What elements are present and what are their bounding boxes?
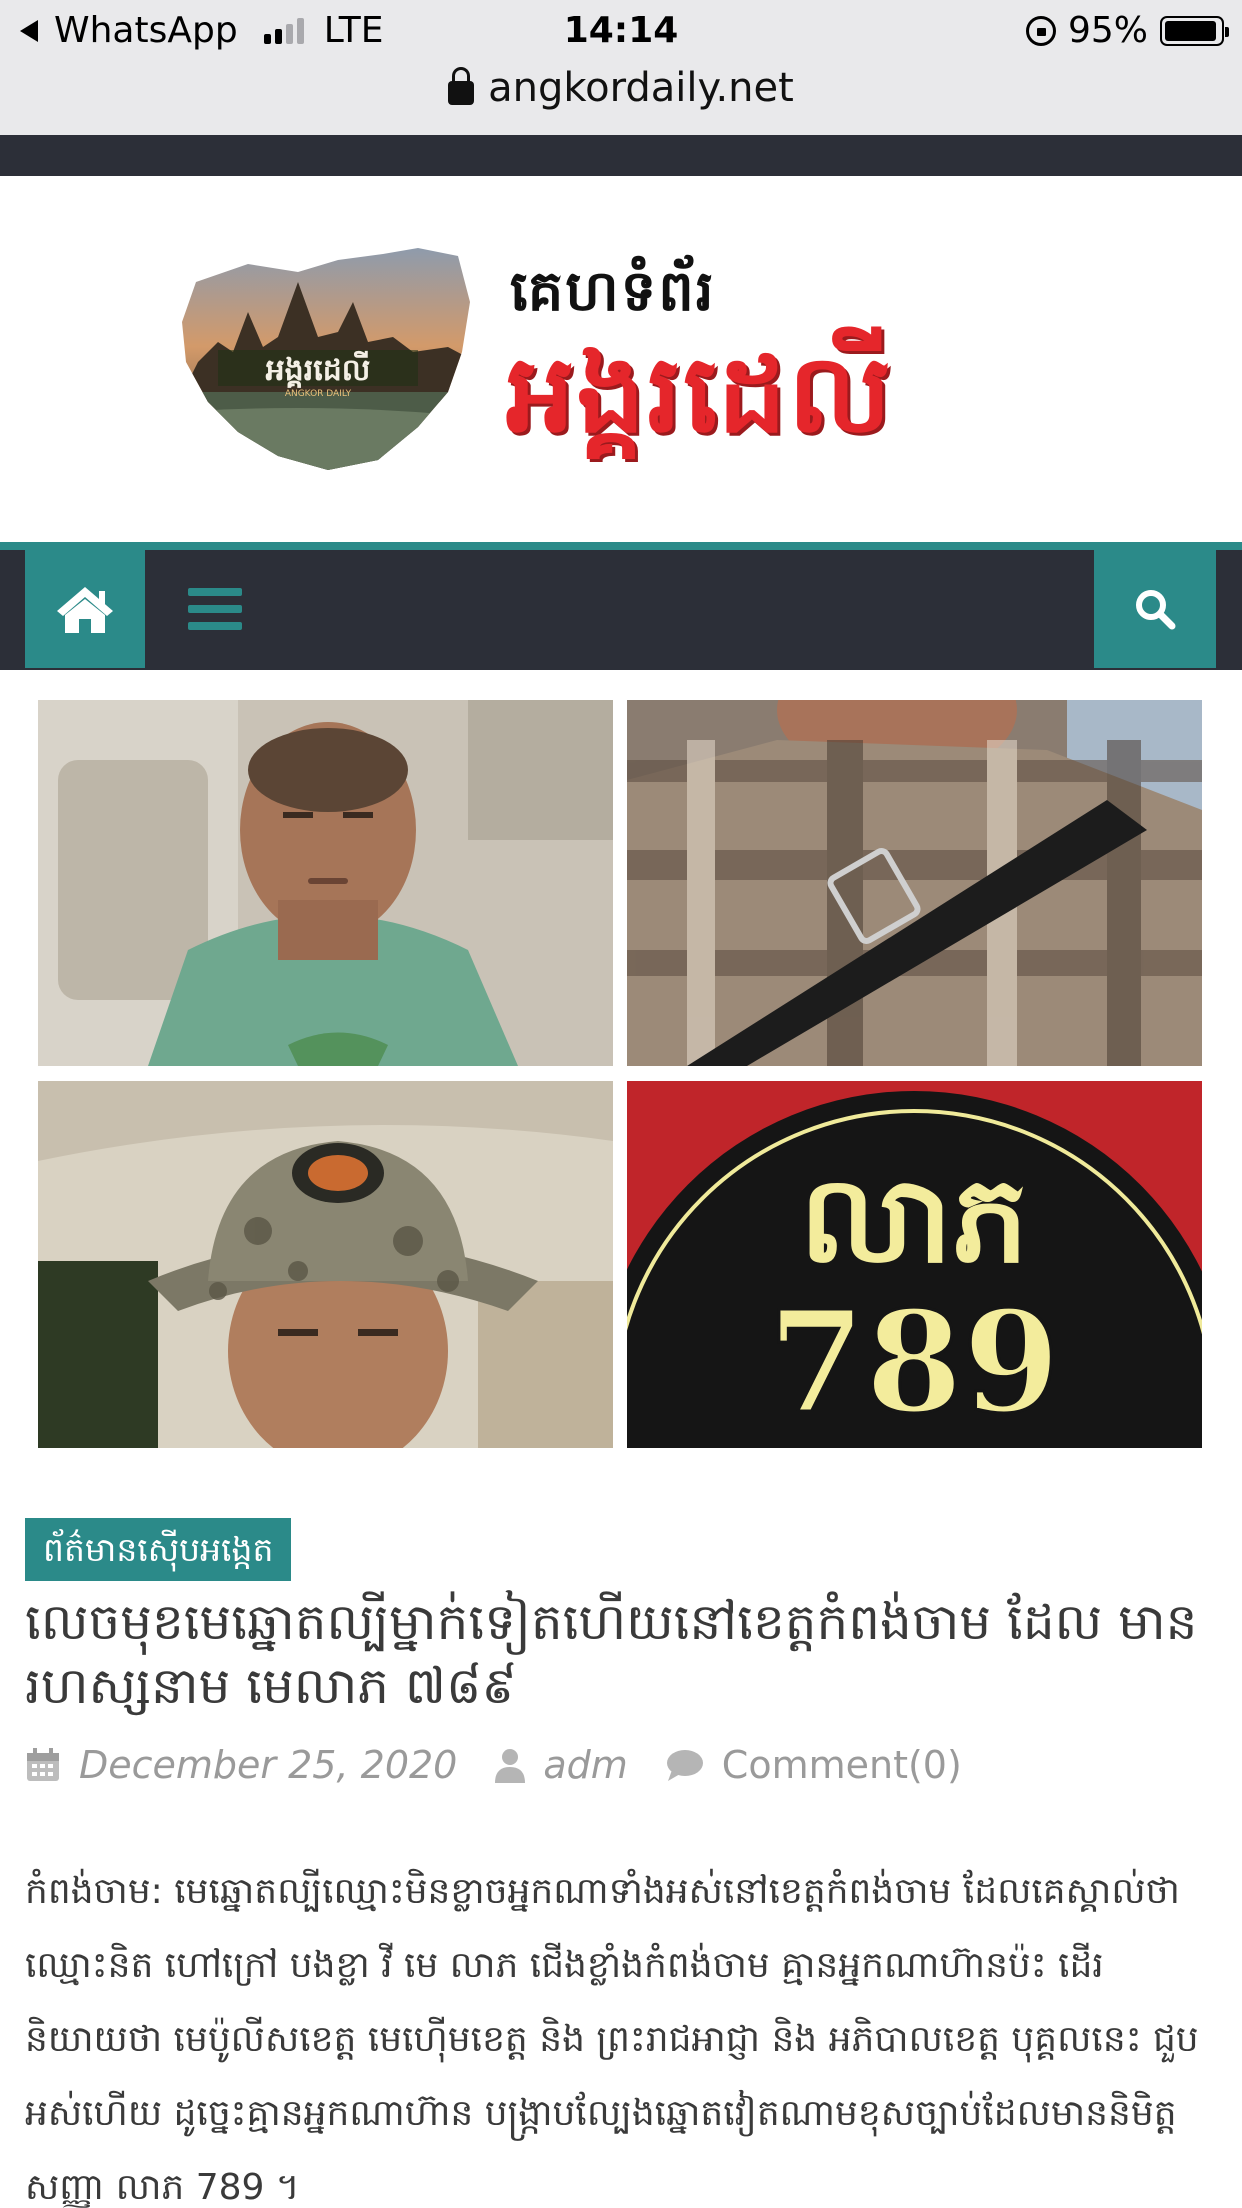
user-icon [495,1747,526,1783]
article-meta: December 25, 2020 adm Comment(0) [25,1740,962,1790]
search-icon [1136,590,1176,630]
nav-accent-line [0,542,1242,550]
hamburger-menu-icon [188,588,242,630]
article-body: កំពង់ចាម: មេឆ្នោតល្បីឈ្មោះមិនខ្លាចអ្នកណា… [25,1871,1199,2208]
calendar-icon [25,1747,61,1783]
menu-toggle-button[interactable] [175,550,255,668]
lottery-789-badge-image: លាភ 789 [627,1081,1202,1448]
padlock-icon [448,67,475,105]
badge-number: 789 [768,1281,1060,1445]
map-badge-text: អង្គរដេលី [266,350,371,388]
photo-man-plaid-shirt [627,700,1202,1066]
comment-count-link[interactable]: Comment(0) [722,1743,962,1787]
photo-man-green-shirt [38,700,613,1066]
rotation-lock-icon [1025,15,1056,46]
map-badge-latin: ANGKOR DAILY [285,389,352,399]
site-header: អង្គរដេលី ANGKOR DAILY គេហទំព័រ អង្គរដេល… [0,176,1242,542]
top-strip [0,135,1242,176]
site-logo-map[interactable]: អង្គរដេលី ANGKOR DAILY [178,242,476,474]
battery-percent: 95% [1067,10,1148,51]
category-badge[interactable]: ព័ត៌មានស៊ើបអង្កេត [25,1518,292,1581]
article-author[interactable]: adm [543,1743,627,1787]
article-title[interactable]: លេចមុខមេឆ្នោតល្បីម្នាក់ទៀតហើយនៅខេត្តកំពង… [25,1590,1220,1718]
home-icon [57,587,113,633]
browser-chrome: WhatsApp LTE 14:14 95% angkordaily.net [0,0,1242,135]
url-text[interactable]: angkordaily.net [488,65,794,111]
search-button[interactable] [1094,550,1216,668]
badge-text: លាភ [800,1149,1029,1290]
battery-icon [1160,15,1229,46]
article-date[interactable]: December 25, 2020 [79,1743,457,1787]
address-bar[interactable]: angkordaily.net [0,60,1242,116]
featured-image-collage[interactable]: លាភ 789 [38,700,1202,1448]
photo-man-camo-hat [38,1081,613,1448]
home-button[interactable] [25,550,145,668]
comment-icon [666,1748,704,1782]
logo-title[interactable]: អង្គរដេលី [506,326,893,484]
status-bar: WhatsApp LTE 14:14 95% [0,0,1242,62]
